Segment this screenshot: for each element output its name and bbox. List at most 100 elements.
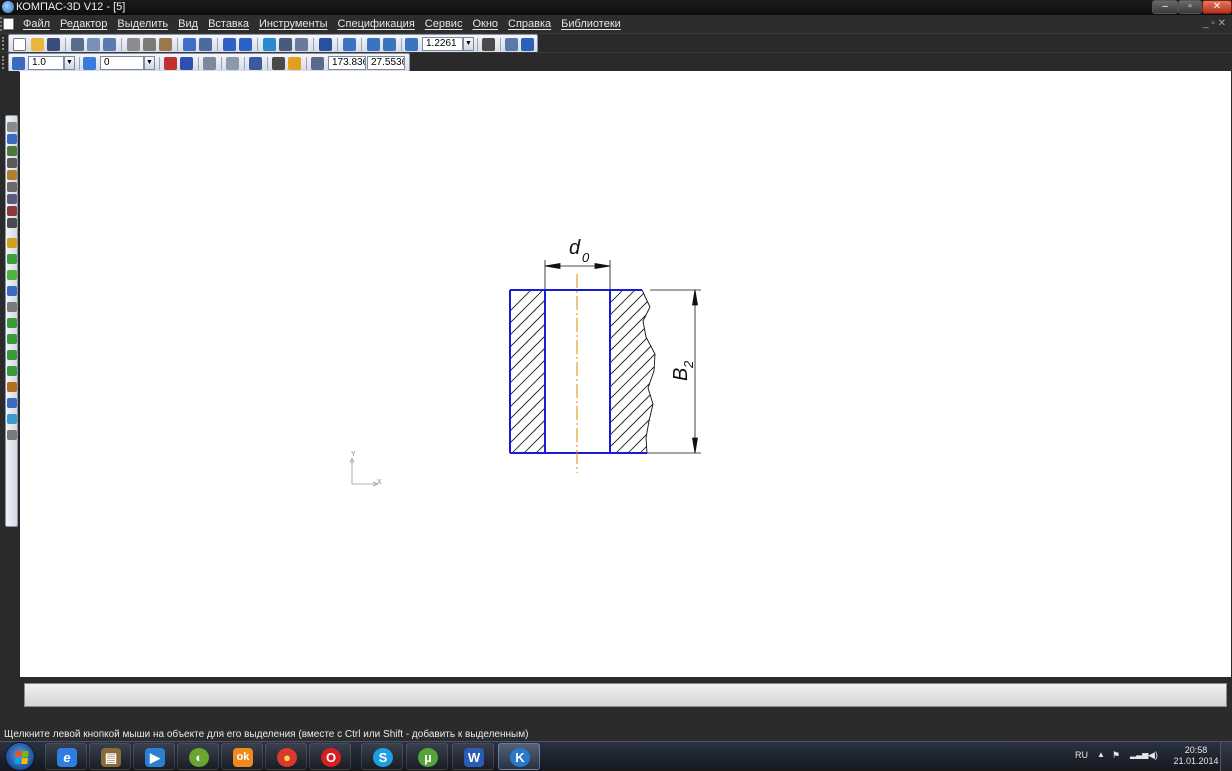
toolbar-grip[interactable] bbox=[2, 37, 5, 50]
zoom-in-icon[interactable] bbox=[367, 38, 380, 51]
angle-icon[interactable] bbox=[203, 57, 216, 70]
pan-icon[interactable] bbox=[482, 38, 495, 51]
dimensions-icon[interactable] bbox=[7, 134, 17, 144]
redo-icon[interactable] bbox=[239, 38, 252, 51]
parametrization-icon[interactable] bbox=[7, 170, 17, 180]
coord-x-field[interactable]: 173.836 bbox=[328, 56, 366, 70]
rotate-icon[interactable] bbox=[7, 382, 17, 392]
taskbar-odnoklassniki[interactable]: ok bbox=[221, 743, 263, 770]
zoom-scale-icon[interactable] bbox=[405, 38, 418, 51]
layer-field[interactable]: 0 bbox=[100, 56, 144, 70]
print-icon[interactable] bbox=[71, 38, 84, 51]
menu-view[interactable]: Вид bbox=[173, 17, 203, 32]
show-desktop-button[interactable] bbox=[1220, 742, 1232, 771]
formula-icon[interactable] bbox=[295, 38, 308, 51]
cut-icon[interactable] bbox=[127, 38, 140, 51]
taskbar-chrome[interactable]: ● bbox=[265, 743, 307, 770]
snap-icon[interactable] bbox=[164, 57, 177, 70]
section-icon[interactable] bbox=[7, 366, 17, 376]
spec-icon[interactable] bbox=[7, 218, 17, 228]
clock[interactable]: 20:58 21.01.2014 bbox=[1173, 745, 1219, 767]
insert-view-icon[interactable] bbox=[7, 254, 17, 264]
action-center-flag-icon[interactable]: ⚑ bbox=[1112, 750, 1120, 761]
menu-specification[interactable]: Спецификация bbox=[333, 17, 420, 32]
coord-y-field[interactable]: 27.5536 bbox=[367, 56, 405, 70]
print-preview-icon[interactable] bbox=[87, 38, 100, 51]
taskbar-opera[interactable]: O bbox=[309, 743, 351, 770]
maximize-button[interactable]: ▫ bbox=[1178, 0, 1202, 14]
library-icon[interactable] bbox=[7, 238, 17, 248]
hatch-icon[interactable] bbox=[7, 286, 17, 296]
rect-icon[interactable] bbox=[7, 318, 17, 328]
start-button[interactable] bbox=[5, 742, 35, 771]
show-hidden-icons-icon[interactable]: ▲ bbox=[1097, 750, 1105, 759]
taskbar-app4[interactable]: ◐ bbox=[177, 743, 219, 770]
document-window-controls[interactable]: _ ▫ ✕ bbox=[1203, 18, 1226, 29]
zoom-field[interactable]: 1.2261 bbox=[422, 37, 463, 51]
sphere-icon[interactable] bbox=[7, 430, 17, 440]
volume-icon[interactable]: ◀) bbox=[1148, 750, 1158, 761]
layer-dropdown[interactable]: ▼ bbox=[144, 56, 155, 70]
edit-icon[interactable] bbox=[7, 158, 17, 168]
copy-icon[interactable] bbox=[143, 38, 156, 51]
language-indicator[interactable]: RU bbox=[1075, 750, 1088, 760]
variables-icon[interactable] bbox=[199, 38, 212, 51]
taskbar-utorrent[interactable]: µ bbox=[406, 743, 448, 770]
view-icon[interactable] bbox=[7, 350, 17, 360]
designations-icon[interactable] bbox=[7, 146, 17, 156]
close-button[interactable]: ✕ bbox=[1202, 0, 1232, 14]
paste-icon[interactable] bbox=[159, 38, 172, 51]
table-icon[interactable] bbox=[7, 302, 17, 312]
zoom-window-icon[interactable] bbox=[343, 38, 356, 51]
show-all-icon[interactable] bbox=[521, 38, 534, 51]
menu-window[interactable]: Окно bbox=[467, 17, 503, 32]
open-folder-icon[interactable] bbox=[31, 38, 44, 51]
properties-bar[interactable] bbox=[24, 683, 1227, 707]
menu-tools[interactable]: Инструменты bbox=[254, 17, 333, 32]
help-pointer-icon[interactable] bbox=[319, 38, 332, 51]
drawing-canvas[interactable]: d 0 B 2 Y X bbox=[20, 71, 1231, 677]
save-icon[interactable] bbox=[47, 38, 60, 51]
properties-icon[interactable] bbox=[103, 38, 116, 51]
manager-icon[interactable] bbox=[263, 38, 276, 51]
grid-step-icon[interactable] bbox=[12, 57, 25, 70]
minimize-button[interactable]: – bbox=[1152, 0, 1178, 14]
step-field[interactable]: 1.0 bbox=[28, 56, 64, 70]
menu-grip[interactable] bbox=[0, 17, 2, 31]
document-icon[interactable] bbox=[3, 18, 14, 30]
geometry-icon[interactable] bbox=[7, 122, 17, 132]
frame-icon[interactable] bbox=[7, 334, 17, 344]
fragment-icon[interactable] bbox=[7, 270, 17, 280]
taskbar-files[interactable]: ▤ bbox=[89, 743, 131, 770]
taskbar-skype[interactable]: S bbox=[361, 743, 403, 770]
menu-service[interactable]: Сервис bbox=[420, 17, 468, 32]
taskbar-word[interactable]: W bbox=[452, 743, 494, 770]
check-icon[interactable] bbox=[183, 38, 196, 51]
grid-icon[interactable] bbox=[226, 57, 239, 70]
layers-icon[interactable] bbox=[7, 398, 17, 408]
local-cs-icon[interactable] bbox=[249, 57, 262, 70]
zoom-out-icon[interactable] bbox=[383, 38, 396, 51]
menu-libraries[interactable]: Библиотеки bbox=[556, 17, 626, 32]
wave-icon[interactable] bbox=[7, 414, 17, 424]
toolbar-grip[interactable] bbox=[2, 56, 5, 69]
ortho-icon[interactable] bbox=[272, 57, 285, 70]
menu-select[interactable]: Выделить bbox=[112, 17, 173, 32]
associative-views-icon[interactable] bbox=[7, 206, 17, 216]
local-snap-icon[interactable] bbox=[180, 57, 193, 70]
menu-insert[interactable]: Вставка bbox=[203, 17, 254, 32]
drawing-svg[interactable]: d 0 B 2 Y X bbox=[20, 71, 1231, 677]
tree-icon[interactable] bbox=[279, 38, 292, 51]
refresh-icon[interactable] bbox=[505, 38, 518, 51]
menu-help[interactable]: Справка bbox=[503, 17, 556, 32]
menu-editor[interactable]: Редактор bbox=[55, 17, 112, 32]
network-signal-icon[interactable]: ▂▃▅ bbox=[1130, 750, 1148, 759]
step-dropdown[interactable]: ▼ bbox=[64, 56, 75, 70]
measure-icon[interactable] bbox=[7, 182, 17, 192]
select-icon[interactable] bbox=[7, 194, 17, 204]
taskbar-ie[interactable]: e bbox=[45, 743, 87, 770]
round-icon[interactable] bbox=[288, 57, 301, 70]
menu-file[interactable]: Файл bbox=[18, 17, 55, 32]
taskbar-media[interactable]: ▶ bbox=[133, 743, 175, 770]
taskbar-kompas[interactable]: K bbox=[498, 743, 540, 770]
